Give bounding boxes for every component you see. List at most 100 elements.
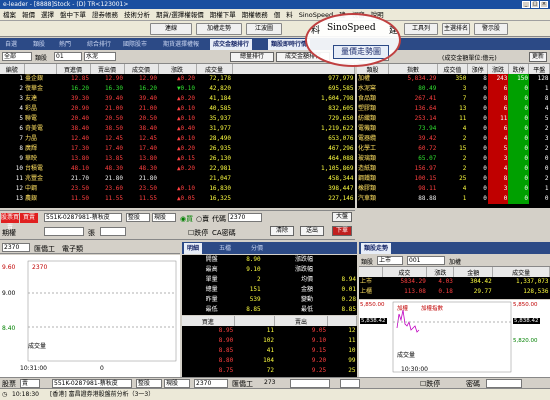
bottom-account-select[interactable]: 551K-0287981-蔡秋皮: [52, 379, 132, 388]
trend-row[interactable]: 上市 5834.29 4.03 304.42 1,337,073: [359, 277, 550, 287]
column-header[interactable]: 成交值: [437, 64, 468, 74]
trend-market-select[interactable]: 上市: [377, 256, 403, 265]
index-trend-button[interactable]: 加權走勢: [196, 23, 242, 35]
tab-2[interactable]: 熱門: [56, 39, 74, 50]
book-row[interactable]: 8.90 102 9.10 11: [182, 336, 357, 346]
qty-input[interactable]: [100, 227, 126, 236]
maximize-button[interactable]: □: [531, 1, 539, 8]
main-rank-button[interactable]: 主選排名: [442, 23, 470, 35]
column-header[interactable]: 跌停: [508, 64, 530, 74]
minimize-button[interactable]: _: [522, 1, 530, 8]
table-row[interactable]: 11 兆豐金 21.70 21.80 21.80 21,047 458,344: [0, 174, 355, 184]
category-select[interactable]: 01: [54, 52, 82, 61]
table-row[interactable]: 汽車類 88.88 1 0 0 0 0: [357, 194, 550, 204]
account-select[interactable]: 551K-0287981-蔡秋皮: [44, 213, 122, 222]
column-header[interactable]: 成交價: [124, 64, 159, 74]
connect-button[interactable]: 連線: [150, 23, 192, 35]
bottom-qty-input[interactable]: [340, 379, 360, 388]
bottom-price-type-select[interactable]: 現股: [164, 379, 190, 388]
table-row[interactable]: 5 聯電 20.40 20.50 20.50 ▲0.10 35,937 729,650: [0, 114, 355, 124]
column-header[interactable]: 買進價: [56, 64, 91, 74]
column-header[interactable]: 漲跌: [487, 64, 509, 74]
table-row[interactable]: 12 中鋼 23.50 23.60 23.50 ▲0.10 16,830 398,447: [0, 184, 355, 194]
update-button[interactable]: 更新: [529, 52, 547, 62]
menu-item[interactable]: 報價: [19, 11, 38, 19]
column-header[interactable]: 平盤: [528, 64, 550, 74]
column-header[interactable]: [24, 64, 57, 74]
table-row[interactable]: 鋼鐵類 100.15 25 0 8 0 2: [357, 174, 550, 184]
tab-depth-2[interactable]: 分價: [248, 243, 266, 254]
toolbar-button[interactable]: 工具列: [404, 23, 438, 35]
table-row[interactable]: 食品類 267.41 7 0 8 0 8: [357, 94, 550, 104]
table-row[interactable]: 塑膠類 136.64 13 0 6 0 4: [357, 104, 550, 114]
table-row[interactable]: 橡膠類 98.11 4 0 3 0 1: [357, 184, 550, 194]
table-row[interactable]: 1 臺企銀 12.85 12.90 12.90 ▲0.20 72,178 977,979: [0, 74, 355, 84]
index-button[interactable]: 大盤: [332, 212, 352, 222]
bottom-side-select[interactable]: 賣: [20, 379, 40, 388]
tab-sector-trend[interactable]: 類股走勢: [361, 243, 392, 254]
table-row[interactable]: 2 復華金 16.20 16.30 16.20 ▼0.10 42,820 695,585: [0, 84, 355, 94]
chart-code-select[interactable]: 2370: [2, 243, 30, 252]
tab-6[interactable]: 成交金額排行: [210, 39, 253, 50]
code-input[interactable]: 2370: [228, 213, 262, 222]
column-header[interactable]: 漲跌: [158, 64, 197, 74]
tab-price-volume-chart[interactable]: 量價走勢圖: [333, 45, 389, 59]
tab-5[interactable]: 期貨選擇權報: [160, 39, 202, 50]
bottom-code-input[interactable]: 2370: [194, 379, 228, 388]
table-row[interactable]: 13 農銀 11.50 11.55 11.55 ▲0.05 16,325 227,146: [0, 194, 355, 204]
bottom-price-input[interactable]: [290, 379, 330, 388]
order-type-select[interactable]: 整股: [126, 213, 150, 222]
category-name-select[interactable]: 水泥: [84, 52, 116, 61]
column-header[interactable]: 賣出價: [90, 64, 125, 74]
buy-tab[interactable]: 股票買賣: [1, 213, 19, 231]
table-row[interactable]: 加權 5,834.29 350 8 243 150 128: [357, 74, 550, 84]
total-volume-rank-button[interactable]: 總量排行: [230, 52, 274, 62]
price-input[interactable]: [44, 227, 84, 236]
table-row[interactable]: 水泥窯 80.49 3 0 6 0 1: [357, 84, 550, 94]
tab-1[interactable]: 類股: [30, 39, 48, 50]
book-row[interactable]: 8.85 41 9.15 10: [182, 346, 357, 356]
table-row[interactable]: 3 友達 39.30 39.40 39.40 ▲0.20 41,184 1,604,798: [0, 94, 355, 104]
tab-4[interactable]: 國際股市: [120, 39, 150, 50]
menu-item[interactable]: 證券帳務: [89, 11, 121, 19]
table-row[interactable]: 玻璃類 65.07 2 0 3 0 0: [357, 154, 550, 164]
tab-3[interactable]: 綜合排行: [84, 39, 114, 50]
menu-item[interactable]: 盤中下單: [57, 11, 89, 19]
trend-row[interactable]: 上櫃 113.08 0.18 29.77 128,536: [359, 287, 550, 297]
sell-tab[interactable]: 買賣: [20, 213, 38, 223]
column-header[interactable]: [232, 64, 355, 74]
table-row[interactable]: 6 奇美電 38.40 38.50 38.40 ▲0.40 31,977 1,219,622: [0, 124, 355, 134]
magnifier-menu-sinospeed[interactable]: SinoSpeed: [327, 23, 376, 33]
menu-item[interactable]: 個: [271, 11, 284, 19]
tab-7[interactable]: 類股即時行情: [268, 39, 311, 50]
table-row[interactable]: 電器纜 39.42 2 0 4 0 3: [357, 134, 550, 144]
book-row[interactable]: 8.95 11 9.05 12: [182, 326, 357, 336]
menu-item[interactable]: 技術分析: [121, 11, 153, 19]
sell-radio[interactable]: ○賣: [196, 214, 209, 224]
menu-item[interactable]: 檔案: [0, 11, 19, 19]
table-row[interactable]: 10 台積電 48.10 48.30 48.30 ▲0.20 22,981 1,105,869: [0, 164, 355, 174]
menu-item[interactable]: 期權帳務: [239, 11, 271, 19]
buy-radio[interactable]: ◉買: [180, 214, 193, 224]
price-type-select[interactable]: 現股: [152, 213, 176, 222]
table-row[interactable]: 8 廣輝 17.30 17.40 17.40 ▲0.20 26,935 467,296: [0, 144, 355, 154]
column-header[interactable]: 指數: [388, 64, 438, 74]
menu-item[interactable]: 期貨/選擇權報價: [153, 11, 207, 19]
column-header[interactable]: 漲停: [467, 64, 489, 74]
column-header[interactable]: 成交量: [196, 64, 233, 74]
table-row[interactable]: 7 力晶 12.40 12.45 12.45 ▲0.10 28,490 653,076: [0, 134, 355, 144]
column-header[interactable]: 編號: [0, 64, 25, 74]
menu-item[interactable]: 料: [283, 11, 296, 19]
close-button[interactable]: ×: [540, 1, 548, 8]
tab-depth-1[interactable]: 五檔: [216, 243, 234, 254]
table-row[interactable]: 化學工 60.72 15 0 5 0 2: [357, 144, 550, 154]
trend-code-select[interactable]: 001: [407, 256, 445, 265]
bottom-order-type-select[interactable]: 整股: [136, 379, 162, 388]
submit-button[interactable]: 送出: [300, 226, 324, 236]
tab-depth-0[interactable]: 明細: [184, 243, 203, 254]
bottom-password-input[interactable]: [486, 379, 522, 388]
table-row[interactable]: 造紙類 156.97 2 0 4 0 0: [357, 164, 550, 174]
limit-checkbox[interactable]: ☐跌停: [188, 228, 208, 238]
menu-item[interactable]: 期權下單: [207, 11, 239, 19]
alert-stock-button[interactable]: 警示股: [474, 23, 508, 35]
